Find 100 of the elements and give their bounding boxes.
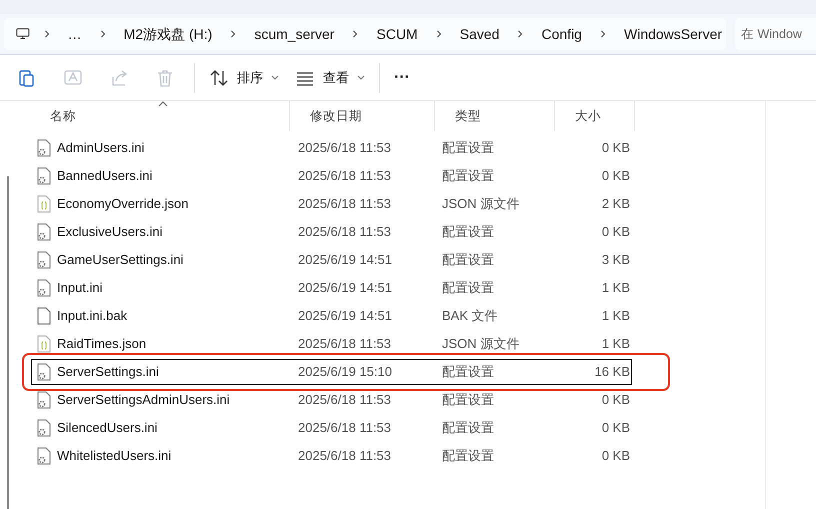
sort-caret-icon <box>158 101 168 107</box>
file-name: EconomyOverride.json <box>57 195 188 214</box>
settings-file-icon <box>37 391 51 409</box>
file-row[interactable]: BannedUsers.ini 2025/6/18 11:53 配置设置 0 KB <box>30 162 633 190</box>
file-type: 配置设置 <box>441 139 495 158</box>
file-size: 0 KB <box>600 419 630 438</box>
file-size: 0 KB <box>600 139 630 158</box>
file-type: 配置设置 <box>441 363 495 382</box>
file-name: AdminUsers.ini <box>57 139 144 158</box>
file-size: 1 KB <box>600 335 630 354</box>
modified-date: 2025/6/19 14:51 <box>297 251 393 270</box>
file-type: 配置设置 <box>441 419 495 438</box>
file-row[interactable]: Input.ini 2025/6/19 14:51 配置设置 1 KB <box>30 274 633 302</box>
file-size: 1 KB <box>600 307 630 326</box>
file-row[interactable]: GameUserSettings.ini 2025/6/19 14:51 配置设置 3 KB <box>30 246 633 274</box>
breadcrumb-item[interactable]: WindowsServer <box>620 24 726 44</box>
file-size: 0 KB <box>600 447 630 466</box>
file-size: 3 KB <box>600 251 630 270</box>
modified-date: 2025/6/18 11:53 <box>297 195 392 214</box>
modified-date: 2025/6/18 11:53 <box>297 391 392 410</box>
file-row[interactable]: RaidTimes.json 2025/6/18 11:53 JSON 源文件 1 KB <box>30 330 633 358</box>
json-file-icon <box>37 195 51 213</box>
modified-date: 2025/6/19 14:51 <box>297 307 393 326</box>
chevron-icon <box>44 29 50 39</box>
settings-file-icon <box>37 139 51 157</box>
file-name: WhitelistedUsers.ini <box>57 447 172 466</box>
json-file-icon <box>37 335 51 353</box>
chevron-icon <box>100 29 106 39</box>
modified-date: 2025/6/18 11:53 <box>297 335 392 354</box>
file-name: SilencedUsers.ini <box>57 419 158 438</box>
modified-date: 2025/6/18 11:53 <box>297 139 392 158</box>
file-row[interactable]: ServerSettingsAdminUsers.ini 2025/6/18 11:53 配置设置 0 KB <box>30 386 633 414</box>
breadcrumb-item[interactable]: M2游戏盘 (H:) <box>120 24 216 44</box>
file-row[interactable]: ExclusiveUsers.ini 2025/6/18 11:53 配置设置 0 KB <box>30 218 633 246</box>
file-type: 配置设置 <box>441 447 495 466</box>
column-header[interactable]: 大小 <box>555 101 635 131</box>
modified-date: 2025/6/18 11:53 <box>297 447 392 466</box>
file-name: RaidTimes.json <box>57 335 146 354</box>
settings-file-icon <box>37 279 51 297</box>
settings-file-icon <box>37 251 51 269</box>
file-name: ServerSettings.ini <box>57 363 159 382</box>
file-name: GameUserSettings.ini <box>57 251 184 270</box>
chevron-icon <box>436 29 442 39</box>
file-row[interactable]: SilencedUsers.ini 2025/6/18 11:53 配置设置 0 KB <box>30 414 633 442</box>
breadcrumb-item[interactable]: Saved <box>456 24 504 44</box>
file-row[interactable]: ServerSettings.ini 2025/6/19 15:10 配置设置 16 KB <box>30 358 633 386</box>
file-type: BAK 文件 <box>441 307 499 326</box>
file-type: JSON 源文件 <box>441 335 520 354</box>
modified-date: 2025/6/18 11:53 <box>297 223 392 242</box>
modified-date: 2025/6/18 11:53 <box>297 167 392 186</box>
file-row[interactable]: EconomyOverride.json 2025/6/18 11:53 JSON 源文件 2 KB <box>30 190 633 218</box>
file-name: BannedUsers.ini <box>57 167 152 186</box>
file-name: ExclusiveUsers.ini <box>57 223 162 242</box>
file-icon <box>37 307 51 325</box>
file-name: Input.ini.bak <box>57 307 128 326</box>
settings-file-icon <box>37 167 51 185</box>
rename-icon <box>63 68 83 88</box>
chevron-icon <box>352 29 358 39</box>
breadcrumb-item[interactable]: Config <box>538 24 586 44</box>
settings-file-icon <box>37 447 51 465</box>
modified-date: 2025/6/19 15:10 <box>297 363 393 382</box>
file-row[interactable]: Input.ini.bak 2025/6/19 14:51 BAK 文件 1 KB <box>30 302 633 330</box>
caret-icon <box>271 74 279 80</box>
column-header[interactable]: 修改日期 <box>290 101 435 131</box>
settings-file-icon <box>37 419 51 437</box>
file-type: 配置设置 <box>441 279 495 298</box>
chevron-icon <box>517 29 524 39</box>
chevron-icon <box>230 29 236 39</box>
file-name: Input.ini <box>57 279 103 298</box>
search-field[interactable]: 在 Window <box>735 18 816 50</box>
breadcrumb-item[interactable]: scum_server <box>250 24 338 44</box>
settings-file-icon <box>37 223 51 241</box>
file-type: JSON 源文件 <box>441 195 520 214</box>
file-size: 0 KB <box>600 391 630 410</box>
file-size: 0 KB <box>600 167 630 186</box>
file-type: 配置设置 <box>441 251 495 270</box>
file-type: 配置设置 <box>441 223 495 242</box>
more-button[interactable]: ··· <box>386 60 418 94</box>
file-type: 配置设置 <box>441 391 495 410</box>
chevron-icon <box>600 29 606 39</box>
settings-file-icon <box>37 363 51 381</box>
file-type: 配置设置 <box>441 167 495 186</box>
view-button[interactable]: 查看 <box>287 60 373 94</box>
breadcrumb-item[interactable]: SCUM <box>372 24 422 44</box>
file-size: 0 KB <box>600 223 630 242</box>
column-header[interactable]: 名称 <box>30 101 290 131</box>
modified-date: 2025/6/19 14:51 <box>297 279 393 298</box>
computer-icon[interactable] <box>16 26 30 42</box>
file-row[interactable]: AdminUsers.ini 2025/6/18 11:53 配置设置 0 KB <box>30 134 633 162</box>
sort-button[interactable]: 排序 <box>201 60 287 94</box>
file-row[interactable]: WhitelistedUsers.ini 2025/6/18 11:53 配置设置 0 KB <box>30 442 633 470</box>
file-size: 1 KB <box>600 279 630 298</box>
trash-icon <box>155 68 175 88</box>
file-name: ServerSettingsAdminUsers.ini <box>57 391 230 410</box>
caret-icon <box>357 74 365 80</box>
file-size: 2 KB <box>600 195 630 214</box>
file-size: 16 KB <box>594 363 630 382</box>
breadcrumb-item[interactable]: … <box>64 24 86 44</box>
column-header[interactable]: 类型 <box>435 101 555 131</box>
scrollbar[interactable] <box>7 176 9 509</box>
